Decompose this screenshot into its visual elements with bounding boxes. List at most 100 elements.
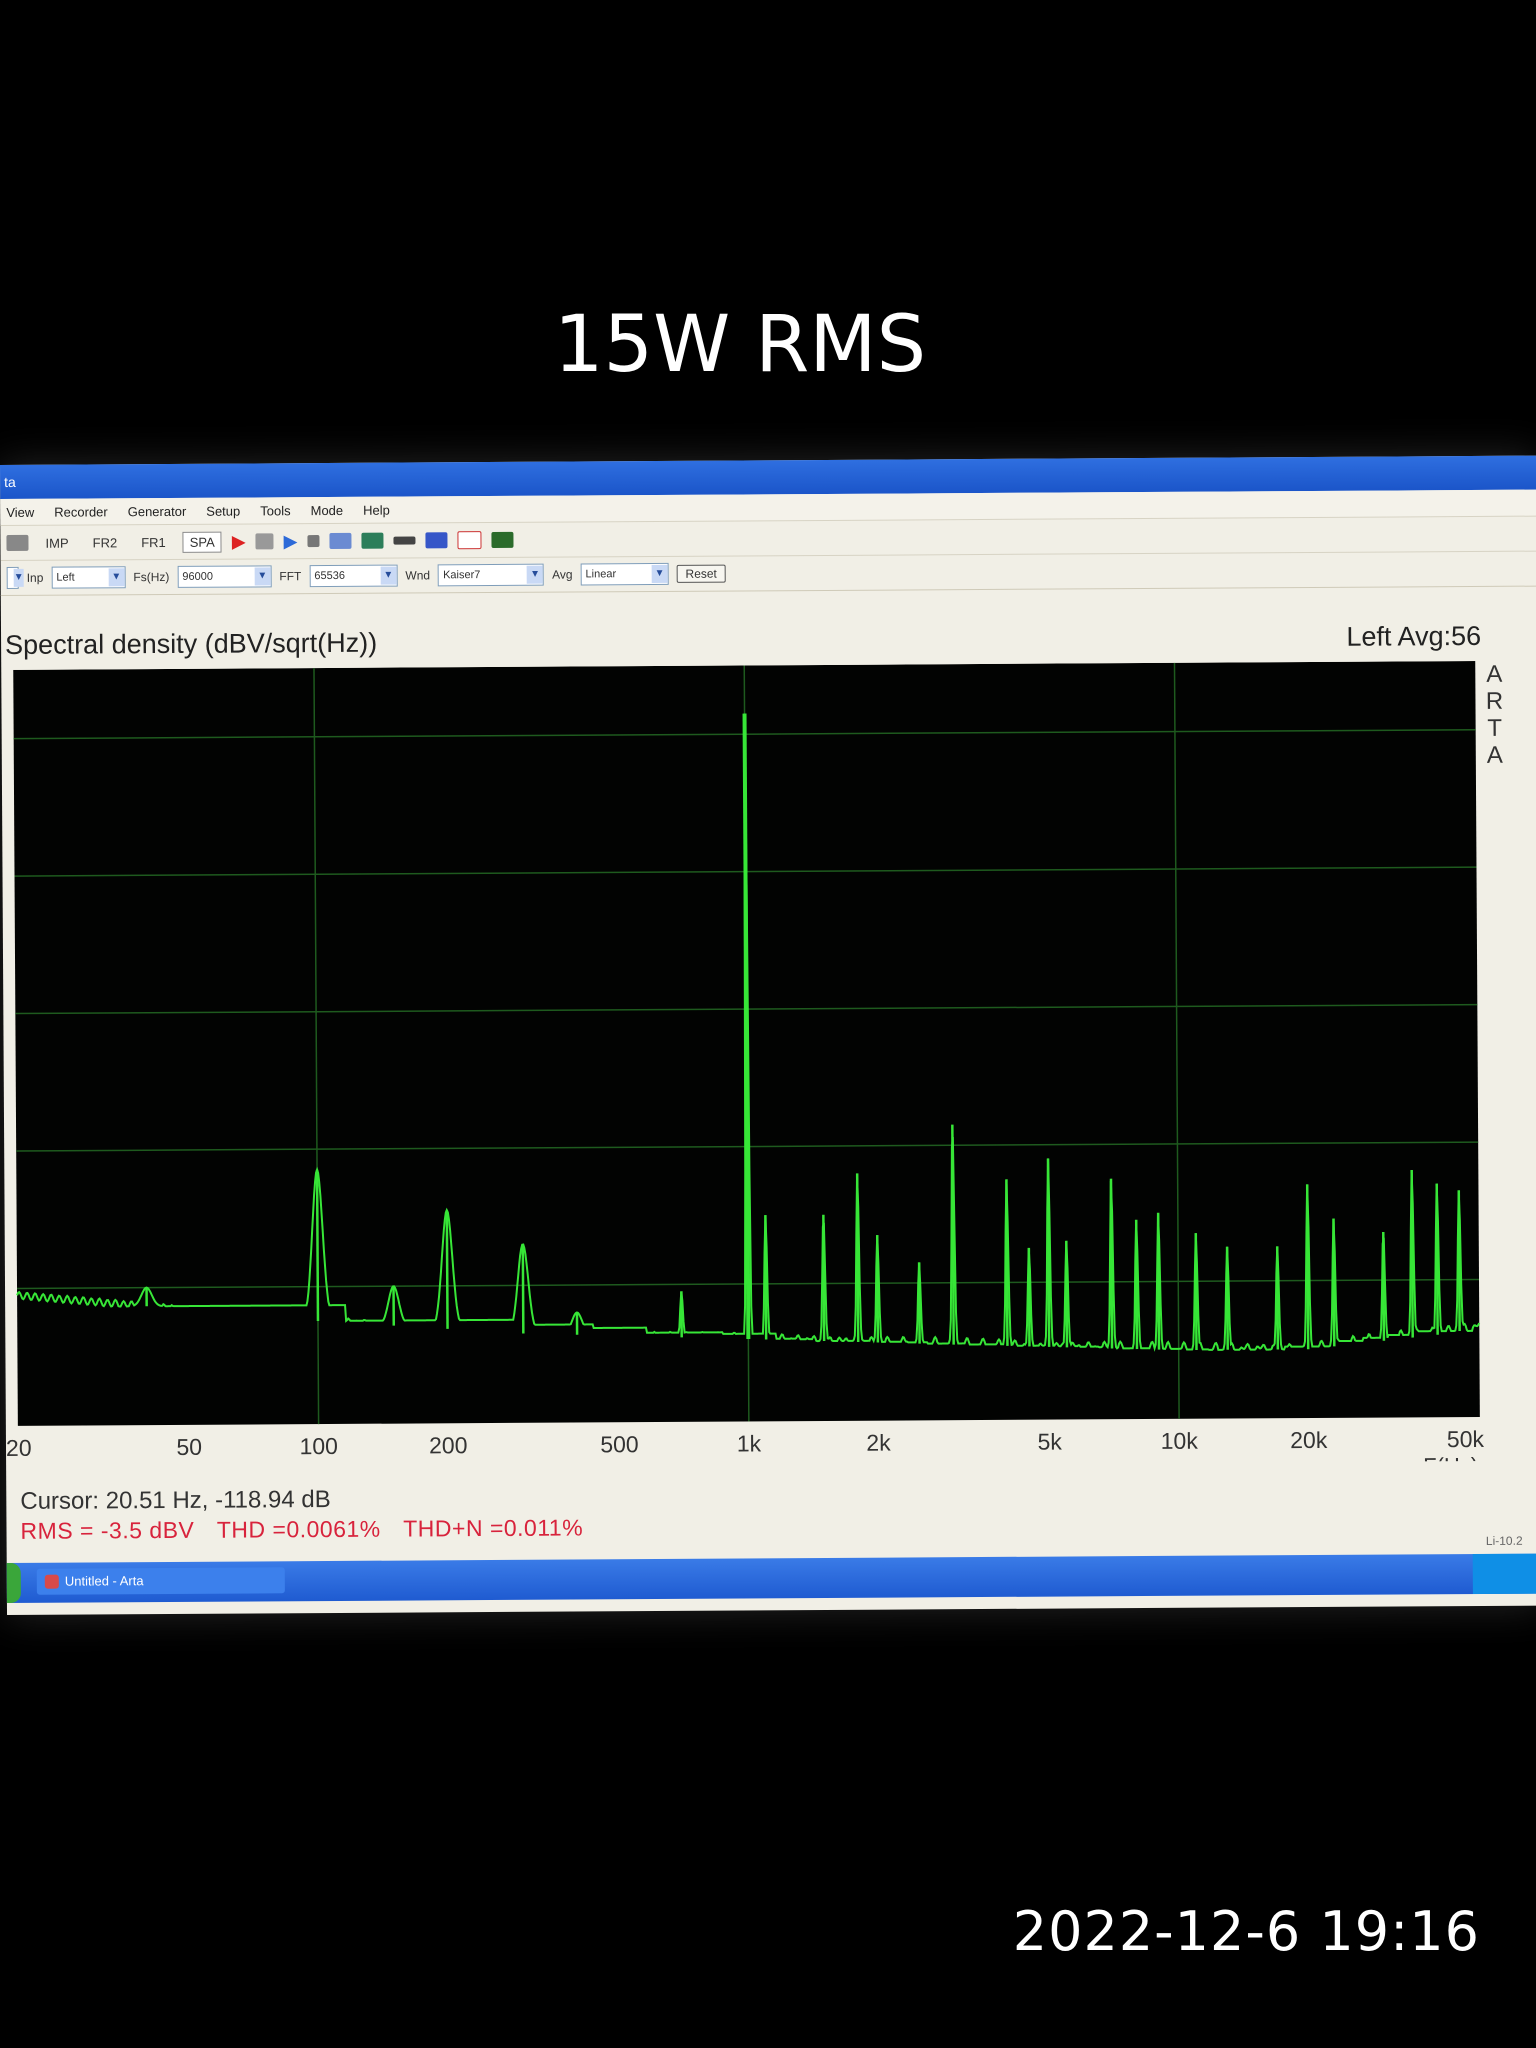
sample-rate-select[interactable]: 96000 ▼: [177, 565, 272, 588]
taskbar-item-arta[interactable]: Untitled - Arta: [36, 1567, 285, 1595]
avg-label: Avg: [552, 567, 573, 582]
chevron-down-icon: ▼: [108, 568, 125, 587]
avg-select[interactable]: Linear ▼: [580, 562, 669, 586]
menu-item-help[interactable]: Help: [363, 502, 390, 517]
menu-item-generator[interactable]: Generator: [128, 503, 187, 518]
spectrum-peak: [1275, 1246, 1280, 1350]
fs-label: Fs(Hz): [133, 569, 170, 585]
wnd-label: Wnd: [405, 568, 431, 583]
input-select[interactable]: Left ▼: [51, 566, 126, 589]
rms-value: RMS = -3.5 dBV: [20, 1516, 195, 1544]
thdn-value: THD+N =0.011%: [403, 1514, 584, 1542]
spectrum-peak: [1156, 1212, 1161, 1350]
spectrum-peak: [445, 1210, 449, 1329]
system-tray[interactable]: [1472, 1553, 1536, 1595]
chevron-down-icon: ▼: [527, 565, 544, 584]
spectrum-peak: [1435, 1183, 1439, 1335]
x-tick-label: 200: [429, 1432, 468, 1458]
spectrum-peak: [521, 1244, 525, 1334]
window-title: ta: [4, 473, 16, 490]
camera-icon[interactable]: [255, 533, 274, 550]
spa-mode-button[interactable]: SPA: [182, 531, 222, 553]
reset-button[interactable]: Reset: [676, 564, 726, 583]
meter-icon[interactable]: [425, 532, 448, 549]
plot-title: Spectral density (dBV/sqrt(Hz)): [5, 627, 378, 660]
avg-value: Linear: [585, 568, 617, 581]
monitor-icon[interactable]: [491, 531, 514, 548]
input-value: Left: [56, 571, 75, 584]
mode-select[interactable]: ▼: [6, 566, 24, 589]
spectrum-peak: [1027, 1247, 1031, 1347]
spectrum-peak: [764, 1215, 768, 1340]
spectrum-peak: [822, 1214, 826, 1342]
side-letter: A: [1486, 660, 1503, 688]
thd-value: THD =0.0061%: [216, 1515, 381, 1543]
chevron-down-icon: ▼: [380, 566, 397, 585]
side-letter: T: [1487, 714, 1503, 742]
spectrum-plot[interactable]: 20 50 100 200 500 1k 2k 5k 10k 20k 50k F(Hz): [1, 660, 1486, 1470]
x-tick-labels: 20 50 100 200 500 1k 2k 5k 10k 20k 50k: [6, 1426, 1485, 1461]
measurement-stats: RMS = -3.5 dBV THD =0.0061% THD+N =0.011…: [20, 1514, 599, 1545]
plot-channel-info: Left Avg:56: [1346, 620, 1482, 652]
x-tick-label: 20k: [1290, 1427, 1328, 1453]
spectrum-peak: [1065, 1240, 1069, 1348]
fft-label: FFT: [279, 569, 302, 584]
arta-window: ta View Recorder Generator Setup Tools M…: [0, 455, 1536, 1615]
spectrum-peak: [315, 1169, 320, 1321]
start-button[interactable]: [6, 1562, 21, 1603]
fr2-mode-button[interactable]: FR2: [86, 532, 125, 553]
x-tick-label: 20: [6, 1435, 32, 1461]
play-icon[interactable]: ▶: [284, 531, 298, 552]
menu-item-setup[interactable]: Setup: [206, 503, 240, 518]
plot-header: Spectral density (dBV/sqrt(Hz)) Left Avg…: [5, 621, 1481, 661]
chevron-down-icon: ▼: [651, 564, 668, 584]
chevron-down-icon: ▼: [13, 568, 24, 587]
grid-icon[interactable]: [6, 534, 29, 551]
spectrum-peak: [1005, 1179, 1009, 1346]
x-tick-label: 100: [299, 1433, 338, 1459]
spectrum-peak: [1225, 1246, 1229, 1350]
phase-icon[interactable]: [457, 531, 482, 550]
spectrum-peak: [1382, 1231, 1386, 1341]
side-letter: R: [1485, 687, 1504, 715]
menu-item-recorder[interactable]: Recorder: [54, 504, 108, 519]
connector-icon[interactable]: [393, 536, 416, 545]
spectrum-peak: [1109, 1178, 1114, 1349]
record-play-icon[interactable]: ▶: [232, 531, 246, 552]
window-value: Kaiser7: [443, 569, 481, 582]
spectrum-icon[interactable]: [329, 532, 352, 549]
inp-label: Inp: [26, 570, 44, 585]
chevron-down-icon: ▼: [254, 567, 271, 586]
spectrum-peak: [1410, 1169, 1414, 1338]
x-tick-label: 50: [176, 1434, 202, 1460]
x-tick-label: 50k: [1447, 1426, 1485, 1452]
stop-icon[interactable]: [307, 535, 320, 548]
fft-size-value: 65536: [314, 569, 346, 583]
spectrum-peak: [1457, 1190, 1461, 1332]
spectrum-peak: [951, 1124, 955, 1345]
x-tick-label: 2k: [866, 1430, 891, 1456]
window-select[interactable]: Kaiser7 ▼: [437, 563, 545, 587]
spectrum-peak: [1134, 1219, 1139, 1350]
spectrum-peak: [1305, 1184, 1310, 1350]
menu-item-mode[interactable]: Mode: [311, 502, 344, 517]
spectrum-peak: [1046, 1158, 1051, 1347]
x-tick-label: 10k: [1161, 1428, 1199, 1454]
arta-side-label: A R T A: [1481, 661, 1508, 769]
taskbar: Untitled - Arta: [6, 1553, 1536, 1603]
spectrum-peak: [855, 1173, 860, 1342]
fr1-mode-button[interactable]: FR1: [134, 531, 173, 552]
cursor-readout: Cursor: 20.51 Hz, -118.94 dB: [20, 1485, 331, 1515]
spectrum-peak: [1194, 1233, 1198, 1350]
imp-mode-button[interactable]: IMP: [38, 532, 75, 553]
side-letter: A: [1486, 741, 1503, 769]
menu-item-view[interactable]: View: [6, 504, 34, 519]
menu-item-tools[interactable]: Tools: [260, 503, 290, 518]
spectrum-peak: [875, 1235, 880, 1343]
fft-size-select[interactable]: 65536 ▼: [309, 564, 398, 588]
version-label: Li-10.2: [1485, 1533, 1523, 1548]
scope-icon[interactable]: [361, 532, 384, 549]
x-tick-label: 1k: [737, 1430, 762, 1456]
x-axis-label: F(Hz): [1423, 1453, 1478, 1470]
photo-timestamp: 2022-12-6 19:16: [1012, 1900, 1480, 1963]
